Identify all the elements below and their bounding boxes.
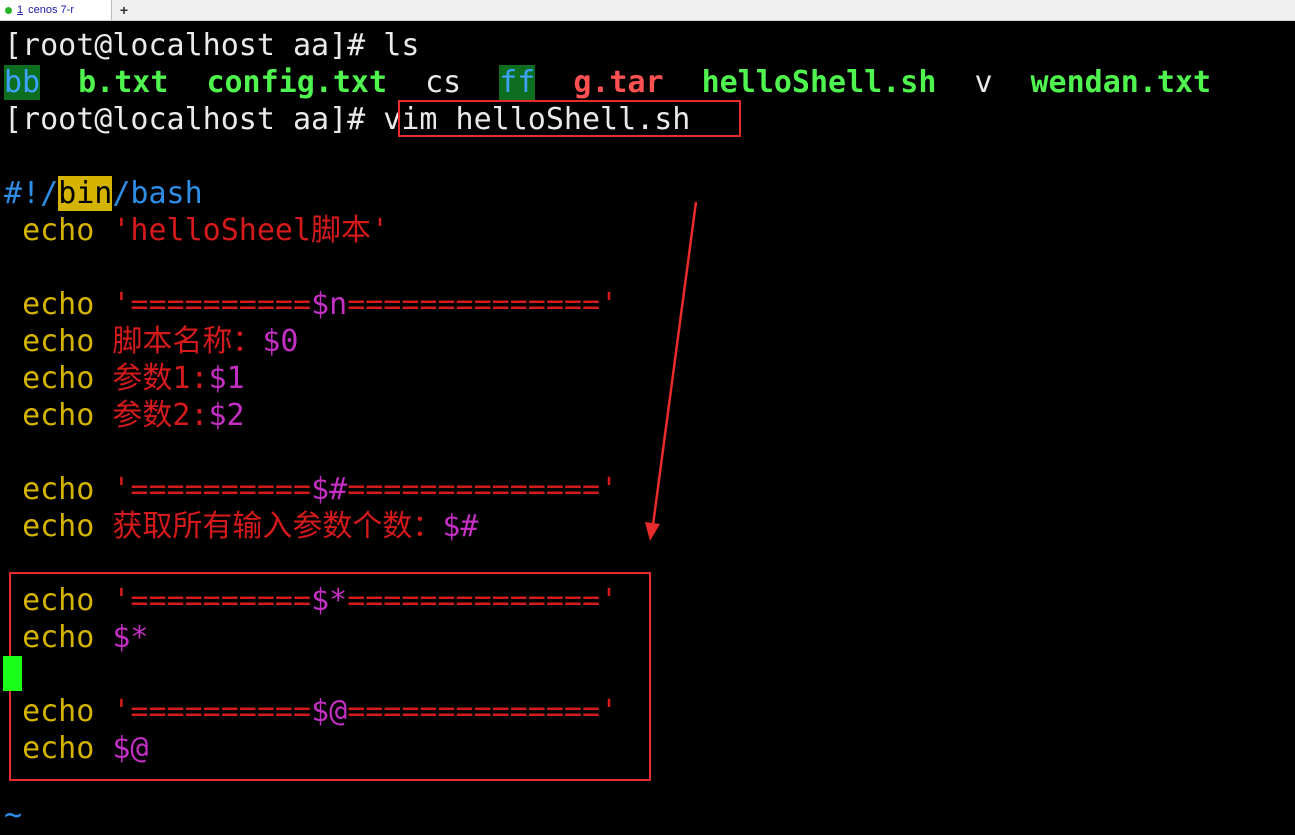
ls-entry: v [974, 65, 993, 100]
script-line: echo '==========$n==============' [22, 287, 619, 322]
ls-entry: cs [425, 65, 462, 100]
script-line: echo 参数2:$2 [22, 398, 245, 433]
tab-bar: 1 cenos 7-r + [0, 0, 1295, 21]
ls-output: bb b.txt config.txt cs ff g.tar helloShell.sh v… [4, 64, 1211, 101]
script-line: echo 脚本名称：$0 [22, 324, 299, 359]
script-line-shebang: #!/bin/bash [4, 176, 203, 211]
empty-line-tilde: ~ [4, 798, 23, 833]
prompt-line: [root@localhost aa]# ls [4, 27, 419, 64]
annotation-box-code [9, 572, 651, 781]
tab-session[interactable]: 1 cenos 7-r [0, 0, 112, 20]
annotation-box-command [398, 100, 741, 137]
prompt: [root@localhost aa]# [4, 28, 384, 63]
script-line: echo 参数1:$1 [22, 361, 245, 396]
text-cursor [3, 656, 22, 691]
tab-label: cenos 7-r [28, 4, 74, 16]
tab-number: 1 [17, 4, 24, 16]
add-tab-button[interactable]: + [115, 0, 133, 20]
script-line: echo 获取所有输入参数个数：$# [22, 509, 479, 544]
connected-icon [5, 6, 12, 14]
command: ls [383, 28, 420, 63]
ls-entry: g.tar [573, 65, 664, 100]
script-line: echo 'helloSheel脚本' [22, 213, 390, 248]
prompt: [root@localhost aa]# [4, 102, 384, 137]
ls-entry: config.txt [206, 65, 388, 100]
ls-entry: wendan.txt [1030, 65, 1212, 100]
ls-entry: ff [499, 65, 536, 100]
ls-entry: b.txt [78, 65, 169, 100]
script-line: echo '==========$#==============' [22, 472, 619, 507]
ls-entry: bb [4, 65, 41, 100]
ls-entry: helloShell.sh [701, 65, 937, 100]
